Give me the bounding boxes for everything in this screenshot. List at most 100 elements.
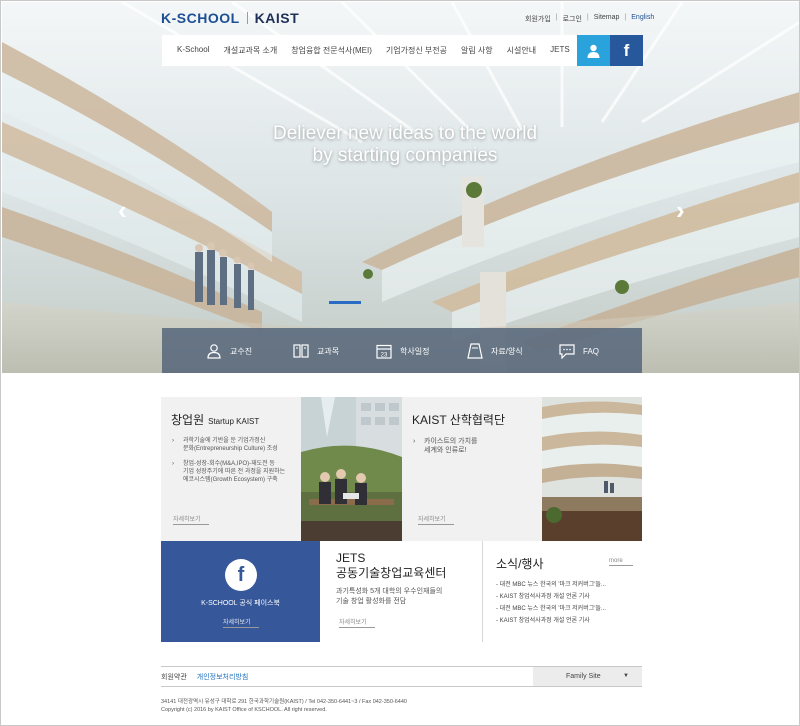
news-more-link[interactable]: more bbox=[609, 558, 633, 566]
quick-calendar[interactable]: 23 학사일정 bbox=[376, 343, 429, 359]
chevron-left-icon: ‹ bbox=[118, 195, 127, 225]
utility-links: 회원가입 | 로그인 | Sitemap | English bbox=[520, 14, 659, 24]
logo-kaist: KAIST bbox=[254, 10, 300, 26]
quick-courses-label: 교과목 bbox=[317, 346, 340, 356]
facebook-button[interactable]: f bbox=[610, 35, 643, 66]
jets-title-line1: JETS bbox=[336, 551, 366, 565]
news-item-title: 대전 MBC 뉴스 한국의 '마크 저커버그'들... bbox=[499, 606, 606, 612]
students-photo bbox=[301, 397, 402, 541]
startup-bullet-1-line1: 과학기술에 기반을 둔 기업가정신 bbox=[183, 438, 266, 444]
slide-indicator[interactable] bbox=[329, 301, 361, 304]
building-photo bbox=[542, 397, 642, 541]
jets-desc-line1: 과기특성화 5개 대학의 우수인재들의 bbox=[336, 588, 443, 595]
util-login-link[interactable]: 로그인 bbox=[558, 14, 587, 24]
slide-prev-button[interactable]: ‹ bbox=[118, 197, 127, 223]
jets-panel: JETS 공동기술창업교육센터 과기특성화 5개 대학의 우수인재들의 기술 창… bbox=[320, 541, 482, 642]
logo-divider bbox=[246, 12, 248, 24]
startup-title: 창업원 Startup KAIST bbox=[171, 411, 259, 428]
svg-text:23: 23 bbox=[381, 353, 388, 359]
cooperation-panel: KAIST 산학협력단 › 카이스트의 가치를 세계와 인류로! 자세히보기 bbox=[402, 397, 542, 541]
startup-panel: 창업원 Startup KAIST › 과학기술에 기반을 둔 기업가정신 문화(… bbox=[161, 397, 301, 541]
facebook-icon: f bbox=[623, 40, 630, 60]
jets-more-link[interactable]: 자세히보기 bbox=[339, 617, 375, 628]
quick-documents-label: 자료/양식 bbox=[491, 346, 523, 356]
startup-bullet-1-line2: 문화(Entrepreneurship Culture) 조성 bbox=[183, 446, 278, 452]
startup-bullet-2-line2: 기업 성장주기에 따른 전 과정을 지원하는 bbox=[183, 469, 286, 475]
nav-menu: K-School 개설교과목 소개 창업융합 전문석사(MEI) 기업가정신 부… bbox=[162, 45, 577, 56]
news-more-label: more bbox=[609, 558, 623, 564]
news-item-title: KAIST 창업석사과정 개설 언론 기사 bbox=[499, 618, 590, 624]
footer-privacy-link[interactable]: 개인정보처리방침 bbox=[197, 672, 249, 682]
slide-next-button[interactable]: › bbox=[676, 197, 685, 223]
calendar-icon: 23 bbox=[376, 344, 392, 359]
news-item[interactable]: - KAIST 창업석사과정 개설 언론 기사 bbox=[496, 591, 606, 603]
news-item[interactable]: - 대전 MBC 뉴스 한국의 '마크 저커버그'들... bbox=[496, 603, 606, 615]
content-grid: 창업원 Startup KAIST › 과학기술에 기반을 둔 기업가정신 문화(… bbox=[161, 397, 642, 643]
footer-address: 34141 대전광역시 유성구 대학로 291 한국과학기술원(KAIST) /… bbox=[161, 698, 407, 714]
building-image bbox=[542, 397, 642, 541]
bullet-arrow-icon: › bbox=[172, 438, 174, 444]
hero-headline: Deliever new ideas to the world by start… bbox=[260, 123, 550, 167]
nav-item-mei[interactable]: 창업융합 전문석사(MEI) bbox=[284, 45, 379, 56]
jets-desc: 과기특성화 5개 대학의 우수인재들의 기술 창업 활성화를 전담 bbox=[336, 587, 442, 607]
quick-documents[interactable]: 자료/양식 bbox=[467, 343, 523, 359]
main-navigation: K-School 개설교과목 소개 창업융합 전문석사(MEI) 기업가정신 부… bbox=[162, 35, 643, 66]
startup-more-link[interactable]: 자세히보기 bbox=[173, 514, 209, 525]
util-english-link[interactable]: English bbox=[626, 14, 659, 24]
news-item-title: 대전 MBC 뉴스 한국의 '마크 저커버그'들... bbox=[499, 582, 606, 588]
news-more-underline bbox=[609, 565, 633, 566]
nav-item-jets[interactable]: JETS bbox=[543, 45, 577, 56]
quick-courses[interactable]: 교과목 bbox=[293, 344, 339, 358]
quick-faculty-label: 교수진 bbox=[230, 346, 253, 356]
jets-title-line2: 공동기술창업교육센터 bbox=[336, 566, 447, 580]
nav-item-facility[interactable]: 시설안내 bbox=[500, 45, 543, 56]
cooperation-more-link[interactable]: 자세히보기 bbox=[418, 514, 454, 525]
facebook-panel: f K-SCHOOL 공식 페이스북 자세히보기 bbox=[161, 541, 320, 642]
document-icon bbox=[467, 343, 483, 359]
startup-title-ko: 창업원 bbox=[171, 413, 205, 427]
logo-kschool: K-SCHOOL bbox=[161, 10, 240, 26]
news-item-title: KAIST 창업석사과정 개설 언론 기사 bbox=[499, 594, 590, 600]
startup-title-en: Startup KAIST bbox=[208, 417, 260, 426]
footer-terms-link[interactable]: 회원약관 bbox=[161, 672, 187, 682]
cooperation-title: KAIST 산학협력단 bbox=[412, 413, 505, 427]
site-logo[interactable]: K-SCHOOL KAIST bbox=[161, 10, 299, 26]
hero-headline-line2: by starting companies bbox=[312, 145, 498, 166]
nav-item-notice[interactable]: 알림 사항 bbox=[454, 45, 500, 56]
chevron-right-icon: › bbox=[676, 195, 685, 225]
news-title: 소식/행사 bbox=[496, 557, 544, 571]
util-signup-link[interactable]: 회원가입 bbox=[520, 14, 556, 24]
caret-down-icon: ▼ bbox=[623, 673, 629, 679]
facebook-more-link[interactable]: 자세히보기 bbox=[223, 617, 259, 628]
person-icon bbox=[207, 344, 221, 359]
quick-faq[interactable]: FAQ bbox=[559, 343, 600, 359]
hero-banner: K-SCHOOL KAIST 회원가입 | 로그인 | Sitemap | En… bbox=[2, 2, 799, 373]
jets-desc-line2: 기술 창업 활성화를 전담 bbox=[336, 598, 407, 605]
students-image bbox=[301, 397, 402, 541]
facebook-label: K-SCHOOL 공식 페이스북 bbox=[201, 600, 280, 607]
news-item[interactable]: - 대전 MBC 뉴스 한국의 '마크 저커버그'들... bbox=[496, 579, 606, 591]
nav-item-minor[interactable]: 기업가정신 부전공 bbox=[379, 45, 454, 56]
cooperation-bullet-line1: 카이스트의 가치를 bbox=[424, 438, 478, 445]
family-site-select[interactable]: Family Site ▼ bbox=[533, 667, 642, 686]
book-icon bbox=[293, 344, 309, 358]
nav-item-courses[interactable]: 개설교과목 소개 bbox=[216, 45, 284, 56]
facebook-letter: f bbox=[237, 563, 245, 586]
news-divider bbox=[482, 541, 483, 642]
startup-bullet-2: › 창업-성장-회수(M&A,IPO)-재도전 등 기업 성장주기에 따른 전 … bbox=[172, 460, 286, 484]
quick-faq-label: FAQ bbox=[583, 346, 600, 356]
quick-faculty[interactable]: 교수진 bbox=[206, 343, 252, 359]
bullet-arrow-icon: › bbox=[413, 438, 416, 445]
news-list: - 대전 MBC 뉴스 한국의 '마크 저커버그'들... - KAIST 창업… bbox=[496, 579, 606, 627]
startup-bullet-2-line1: 창업-성장-회수(M&A,IPO)-재도전 등 bbox=[183, 461, 275, 467]
cooperation-bullet: › 카이스트의 가치를 세계와 인류로! bbox=[413, 437, 478, 455]
jets-title: JETS 공동기술창업교육센터 bbox=[336, 551, 446, 581]
news-item[interactable]: - KAIST 창업석사과정 개설 언론 기사 bbox=[496, 615, 606, 627]
nav-item-kschool[interactable]: K-School bbox=[170, 45, 216, 56]
footer-links: 회원약관 개인정보처리방침 bbox=[161, 672, 248, 682]
util-sitemap-link[interactable]: Sitemap bbox=[589, 14, 625, 24]
quick-calendar-label: 학사일정 bbox=[400, 346, 430, 356]
my-page-button[interactable] bbox=[577, 35, 610, 66]
news-panel: 소식/행사 more - 대전 MBC 뉴스 한국의 '마크 저커버그'들...… bbox=[482, 541, 642, 642]
startup-bullet-2-line3: 에코시스템(Growth Ecosystem) 구축 bbox=[183, 477, 278, 483]
